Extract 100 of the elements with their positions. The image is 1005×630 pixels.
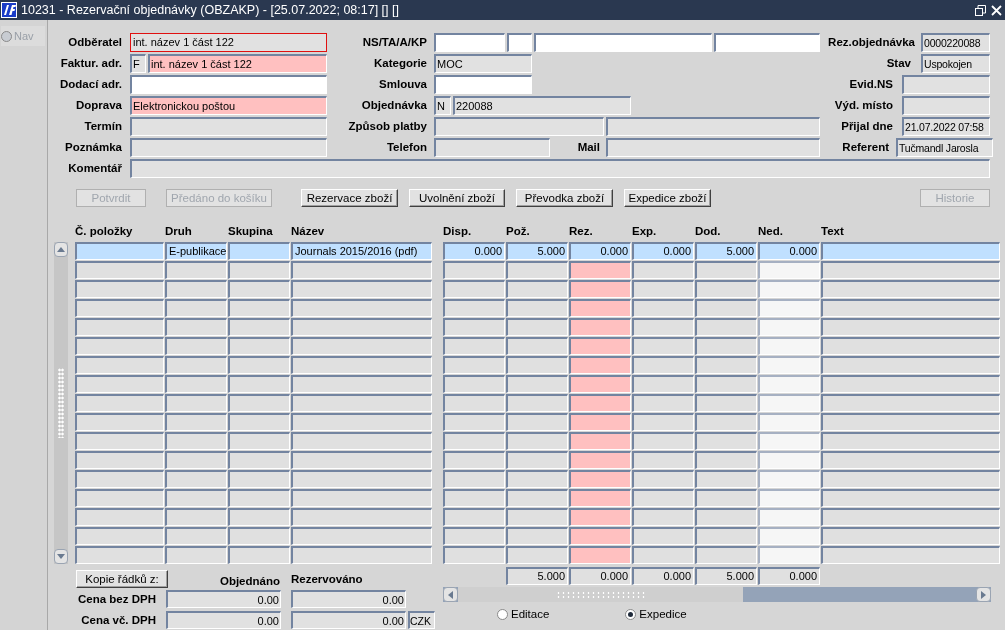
table-cell[interactable]: [821, 470, 1000, 488]
table-cell[interactable]: 5.000: [695, 242, 757, 260]
table-cell[interactable]: [821, 375, 1000, 393]
table-cell[interactable]: [569, 375, 631, 393]
table-cell[interactable]: [632, 489, 694, 507]
table-cell[interactable]: [506, 318, 568, 336]
table-cell[interactable]: [228, 508, 290, 526]
table-cell[interactable]: [821, 356, 1000, 374]
table-cell[interactable]: [75, 489, 164, 507]
table-cell[interactable]: [165, 527, 227, 545]
table-cell[interactable]: [569, 280, 631, 298]
table-cell[interactable]: [443, 413, 505, 431]
table-cell[interactable]: [821, 337, 1000, 355]
form-field[interactable]: int. název 1 část 122: [130, 33, 327, 52]
table-cell[interactable]: [228, 356, 290, 374]
table-cell[interactable]: [506, 489, 568, 507]
table-cell[interactable]: [228, 318, 290, 336]
table-cell[interactable]: [632, 546, 694, 564]
radio-button[interactable]: [625, 608, 637, 620]
table-cell[interactable]: [506, 280, 568, 298]
table-cell[interactable]: Journals 2015/2016 (pdf): [291, 242, 432, 260]
vertical-scrollbar[interactable]: [54, 242, 68, 564]
table-cell[interactable]: [821, 489, 1000, 507]
form-field[interactable]: [434, 75, 532, 94]
table-cell[interactable]: [443, 299, 505, 317]
table-cell[interactable]: 0.000: [569, 242, 631, 260]
form-field[interactable]: Elektronickou poštou: [130, 96, 327, 115]
table-cell[interactable]: [291, 280, 432, 298]
radio-label[interactable]: Expedice: [639, 608, 687, 620]
form-field[interactable]: [714, 33, 820, 52]
table-cell[interactable]: [228, 451, 290, 469]
scroll-left-button[interactable]: [443, 587, 458, 602]
table-cell[interactable]: [443, 546, 505, 564]
table-cell[interactable]: [632, 299, 694, 317]
table-cell[interactable]: [75, 432, 164, 450]
table-cell[interactable]: [506, 508, 568, 526]
table-cell[interactable]: [75, 242, 164, 260]
table-cell[interactable]: [75, 527, 164, 545]
left-arrow-icon[interactable]: [448, 590, 453, 599]
table-cell[interactable]: [569, 432, 631, 450]
radio-label[interactable]: Editace: [511, 608, 550, 620]
table-cell[interactable]: [291, 470, 432, 488]
table-cell[interactable]: [821, 394, 1000, 412]
table-cell[interactable]: [291, 394, 432, 412]
table-cell[interactable]: [506, 375, 568, 393]
table-cell[interactable]: [443, 318, 505, 336]
table-cell[interactable]: 0.000: [443, 242, 505, 260]
table-cell[interactable]: [506, 451, 568, 469]
table-cell[interactable]: [821, 546, 1000, 564]
table-cell[interactable]: [821, 413, 1000, 431]
table-cell[interactable]: [443, 394, 505, 412]
table-cell[interactable]: [75, 413, 164, 431]
table-cell[interactable]: [506, 527, 568, 545]
table-cell[interactable]: [75, 280, 164, 298]
table-cell[interactable]: [165, 413, 227, 431]
table-cell[interactable]: [228, 394, 290, 412]
table-cell[interactable]: [228, 337, 290, 355]
table-cell[interactable]: [569, 318, 631, 336]
table-cell[interactable]: [632, 470, 694, 488]
table-cell[interactable]: [632, 527, 694, 545]
table-cell[interactable]: [228, 375, 290, 393]
form-field[interactable]: int. název 1 část 122: [148, 54, 327, 73]
table-cell[interactable]: [228, 470, 290, 488]
table-cell[interactable]: [506, 261, 568, 279]
table-cell[interactable]: [632, 432, 694, 450]
table-cell[interactable]: [569, 261, 631, 279]
table-cell[interactable]: [165, 299, 227, 317]
table-cell[interactable]: [695, 318, 757, 336]
form-field[interactable]: Tučmandl Jarosla: [896, 138, 993, 157]
table-cell[interactable]: [632, 375, 694, 393]
form-field[interactable]: [130, 138, 327, 157]
table-cell[interactable]: [695, 546, 757, 564]
table-cell[interactable]: [569, 546, 631, 564]
form-field[interactable]: [902, 96, 990, 115]
table-cell[interactable]: [569, 413, 631, 431]
table-cell[interactable]: [291, 546, 432, 564]
table-cell[interactable]: E-publikace: [165, 242, 227, 260]
table-cell[interactable]: [821, 508, 1000, 526]
table-cell[interactable]: [165, 318, 227, 336]
table-cell[interactable]: [228, 261, 290, 279]
table-cell[interactable]: [291, 337, 432, 355]
table-cell[interactable]: [695, 470, 757, 488]
form-field[interactable]: [534, 33, 712, 52]
action-button[interactable]: Rezervace zboží: [301, 189, 398, 207]
table-cell[interactable]: [695, 527, 757, 545]
table-cell[interactable]: [165, 451, 227, 469]
form-field[interactable]: [434, 33, 505, 52]
scrollbar-grip-icon[interactable]: [58, 368, 64, 438]
table-cell[interactable]: [569, 527, 631, 545]
table-cell[interactable]: [506, 470, 568, 488]
table-cell[interactable]: [165, 508, 227, 526]
table-cell[interactable]: [443, 451, 505, 469]
table-cell[interactable]: [165, 432, 227, 450]
table-cell[interactable]: [821, 299, 1000, 317]
form-field[interactable]: 0000220088: [921, 33, 990, 52]
table-cell[interactable]: [443, 508, 505, 526]
form-field[interactable]: [606, 117, 820, 136]
table-cell[interactable]: [291, 508, 432, 526]
action-button[interactable]: Převodka zboží: [516, 189, 613, 207]
up-arrow-icon[interactable]: [57, 247, 65, 252]
